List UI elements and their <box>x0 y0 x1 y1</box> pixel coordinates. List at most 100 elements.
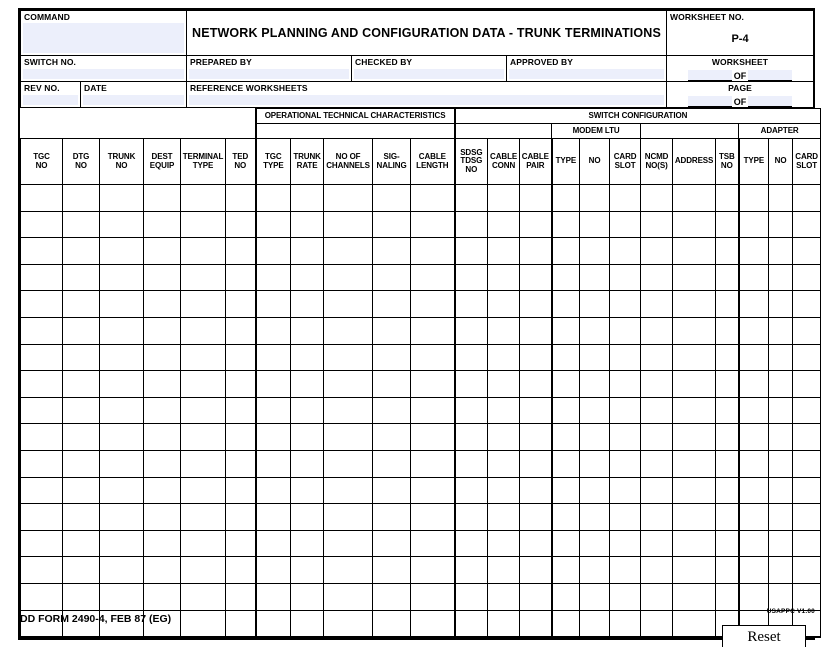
cell-tsb_no[interactable] <box>715 529 740 558</box>
cell-modem_card_slot[interactable] <box>609 237 642 265</box>
cell-modem_type[interactable] <box>550 503 581 531</box>
cell-modem_type[interactable] <box>550 263 581 292</box>
cell-dest_equip[interactable] <box>143 210 181 239</box>
cell-modem_no[interactable] <box>579 609 611 639</box>
cell-trunk_no[interactable] <box>99 423 144 451</box>
cell-sdsg_tdsg_no[interactable] <box>453 316 489 345</box>
cell-modem_no[interactable] <box>579 529 611 558</box>
cell-cable_length[interactable] <box>410 316 456 345</box>
cell-cable_length[interactable] <box>410 237 456 265</box>
cell-cable_pair[interactable] <box>519 503 553 531</box>
cell-dtg_no[interactable] <box>62 503 100 531</box>
reference-worksheets-input[interactable] <box>189 95 664 105</box>
cell-adapter_card_slot[interactable] <box>792 556 822 584</box>
cell-adapter_no[interactable] <box>768 184 794 212</box>
cell-modem_no[interactable] <box>579 263 611 292</box>
switch-no-cell[interactable]: SWITCH NO. <box>20 55 187 82</box>
cell-dtg_no[interactable] <box>62 449 100 478</box>
cell-adapter_no[interactable] <box>768 370 794 398</box>
cell-no_of_channels[interactable] <box>323 370 374 398</box>
cell-modem_no[interactable] <box>579 503 611 531</box>
cell-dtg_no[interactable] <box>62 316 100 345</box>
cell-trunk_rate[interactable] <box>290 290 325 318</box>
cell-sdsg_tdsg_no[interactable] <box>453 503 489 531</box>
cell-cable_length[interactable] <box>410 449 456 478</box>
cell-no_of_channels[interactable] <box>323 529 374 558</box>
cell-cable_conn[interactable] <box>487 529 521 558</box>
cell-modem_no[interactable] <box>579 237 611 265</box>
cell-modem_type[interactable] <box>550 529 581 558</box>
cell-modem_no[interactable] <box>579 476 611 505</box>
cell-signaling[interactable] <box>372 423 412 451</box>
cell-tgc_no[interactable] <box>20 503 63 531</box>
cell-adapter_card_slot[interactable] <box>792 290 822 318</box>
cell-adapter_type[interactable] <box>737 237 770 265</box>
cell-ted_no[interactable] <box>224 582 257 611</box>
cell-ncmd_nos[interactable] <box>640 210 674 239</box>
cell-cable_pair[interactable] <box>519 316 553 345</box>
cell-adapter_type[interactable] <box>737 316 770 345</box>
cell-tgc_no[interactable] <box>20 290 63 318</box>
cell-sdsg_tdsg_no[interactable] <box>453 263 489 292</box>
cell-modem_no[interactable] <box>579 210 611 239</box>
command-cell[interactable]: COMMAND <box>20 10 187 56</box>
cell-ncmd_nos[interactable] <box>640 184 674 212</box>
cell-dest_equip[interactable] <box>143 370 181 398</box>
cell-modem_type[interactable] <box>550 476 581 505</box>
cell-adapter_no[interactable] <box>768 396 794 425</box>
cell-trunk_no[interactable] <box>99 210 144 239</box>
cell-modem_no[interactable] <box>579 556 611 584</box>
cell-adapter_type[interactable] <box>737 503 770 531</box>
cell-ncmd_nos[interactable] <box>640 290 674 318</box>
cell-cable_conn[interactable] <box>487 449 521 478</box>
cell-cable_conn[interactable] <box>487 396 521 425</box>
cell-trunk_no[interactable] <box>99 503 144 531</box>
cell-dtg_no[interactable] <box>62 423 100 451</box>
cell-trunk_rate[interactable] <box>290 210 325 239</box>
cell-trunk_rate[interactable] <box>290 529 325 558</box>
cell-dest_equip[interactable] <box>143 449 181 478</box>
cell-dest_equip[interactable] <box>143 316 181 345</box>
prepared-by-cell[interactable]: PREPARED BY <box>186 55 352 82</box>
cell-signaling[interactable] <box>372 396 412 425</box>
cell-cable_conn[interactable] <box>487 423 521 451</box>
cell-adapter_card_slot[interactable] <box>792 184 822 212</box>
cell-sdsg_tdsg_no[interactable] <box>453 290 489 318</box>
cell-trunk_no[interactable] <box>99 343 144 372</box>
cell-adapter_no[interactable] <box>768 423 794 451</box>
cell-cable_conn[interactable] <box>487 290 521 318</box>
cell-tsb_no[interactable] <box>715 316 740 345</box>
cell-cable_conn[interactable] <box>487 210 521 239</box>
cell-trunk_rate[interactable] <box>290 582 325 611</box>
cell-adapter_type[interactable] <box>737 263 770 292</box>
page-of-num-input[interactable] <box>687 96 732 107</box>
cell-modem_card_slot[interactable] <box>609 423 642 451</box>
cell-sdsg_tdsg_no[interactable] <box>453 449 489 478</box>
worksheet-of-num-input[interactable] <box>687 70 732 81</box>
cell-terminal_type[interactable] <box>180 210 226 239</box>
cell-modem_type[interactable] <box>550 609 581 639</box>
cell-cable_pair[interactable] <box>519 449 553 478</box>
cell-adapter_no[interactable] <box>768 503 794 531</box>
cell-cable_length[interactable] <box>410 503 456 531</box>
cell-cable_conn[interactable] <box>487 263 521 292</box>
worksheet-of-total-input[interactable] <box>748 70 793 81</box>
cell-tsb_no[interactable] <box>715 396 740 425</box>
cell-adapter_card_slot[interactable] <box>792 423 822 451</box>
cell-tgc_no[interactable] <box>20 370 63 398</box>
cell-dest_equip[interactable] <box>143 237 181 265</box>
cell-cable_pair[interactable] <box>519 556 553 584</box>
cell-modem_no[interactable] <box>579 396 611 425</box>
cell-address[interactable] <box>672 449 717 478</box>
cell-ted_no[interactable] <box>224 529 257 558</box>
cell-dtg_no[interactable] <box>62 290 100 318</box>
cell-trunk_rate[interactable] <box>290 396 325 425</box>
cell-ted_no[interactable] <box>224 316 257 345</box>
cell-signaling[interactable] <box>372 316 412 345</box>
cell-cable_pair[interactable] <box>519 263 553 292</box>
cell-no_of_channels[interactable] <box>323 343 374 372</box>
cell-signaling[interactable] <box>372 290 412 318</box>
cell-dtg_no[interactable] <box>62 263 100 292</box>
cell-no_of_channels[interactable] <box>323 316 374 345</box>
cell-dtg_no[interactable] <box>62 184 100 212</box>
